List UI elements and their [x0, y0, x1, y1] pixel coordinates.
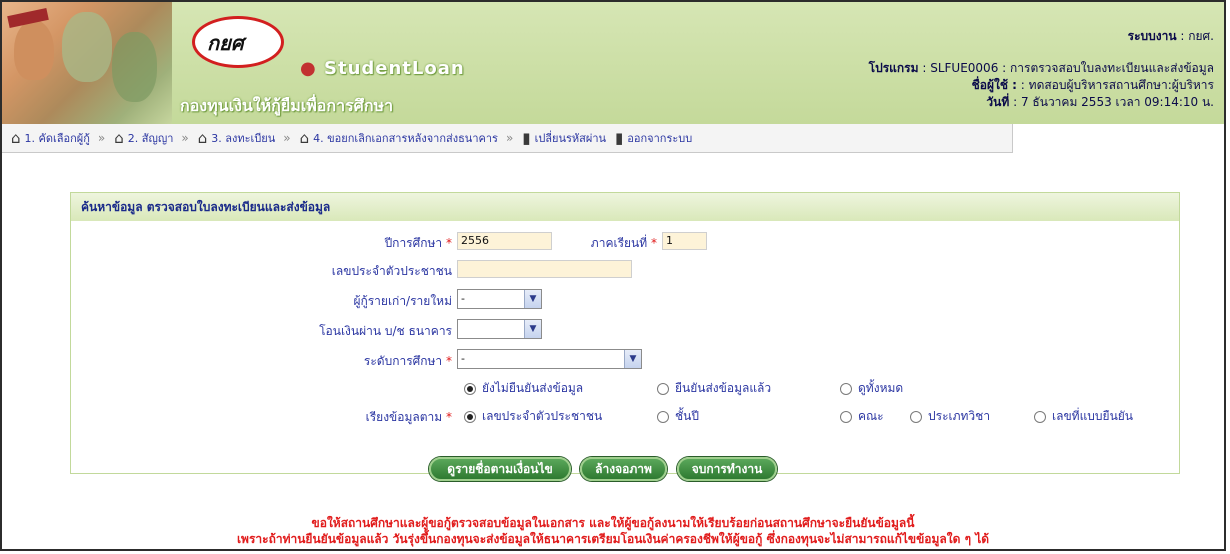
sort-radio-citizen-id[interactable]: เลขประจำตัวประชาชน — [464, 407, 602, 426]
chevron-down-icon: ▼ — [524, 320, 541, 338]
semester-label: ภาคเรียนที่ * — [590, 236, 657, 250]
status-radio-unconfirmed[interactable]: ยังไม่ยืนยันส่งข้อมูล — [464, 379, 583, 398]
borrower-type-select[interactable]: - ▼ — [457, 289, 542, 309]
citizen-id-input[interactable] — [457, 260, 632, 278]
notice-line-2: เพราะถ้าท่านยืนยันข้อมูลแล้ว วันรุ่งขึ้น… — [236, 532, 990, 546]
app-window: กยศ ● StudentLoan กองทุนเงินให้กู้ยืมเพื… — [0, 0, 1226, 551]
home-icon: ⌂ — [197, 129, 208, 147]
brand-english: ● StudentLoan — [300, 58, 465, 79]
home-icon: ⌂ — [299, 129, 310, 147]
semester-input[interactable]: 1 — [662, 232, 707, 250]
home-icon: ⌂ — [114, 129, 124, 147]
main-menu: ⌂ 1. คัดเลือกผู้กู้» ⌂ 2. สัญญา» ⌂ 3. ลงทะเ… — [2, 124, 1013, 153]
logo-text: กยศ — [207, 31, 244, 55]
status-radio-all[interactable]: ดูทั้งหมด — [840, 379, 903, 398]
header-photo — [2, 2, 172, 124]
chevron-down-icon: ▼ — [524, 290, 541, 308]
search-button[interactable]: ดูรายชื่อตามเงื่อนไข — [429, 457, 571, 481]
chevron-down-icon: ▼ — [624, 350, 641, 368]
page-header: กยศ ● StudentLoan กองทุนเงินให้กู้ยืมเพื… — [2, 2, 1224, 124]
academic-year-input[interactable]: 2556 — [457, 232, 552, 250]
sort-label: เรียงข้อมูลตาม * — [365, 410, 452, 424]
brand-thai: กองทุนเงินให้กู้ยืมเพื่อการศึกษา — [180, 96, 394, 115]
academic-year-label: ปีการศึกษา * — [384, 236, 452, 250]
menu-logout[interactable]: ▮ ออกจากระบบ — [615, 129, 692, 147]
menu-cancel-document[interactable]: ⌂ 4. ขอยกเลิกเอกสารหลังจากส่งธนาคาร» — [300, 129, 514, 147]
status-radio-confirmed[interactable]: ยืนยันส่งข้อมูลแล้ว — [657, 379, 771, 398]
sort-radio-subject-type[interactable]: ประเภทวิชา — [910, 407, 990, 426]
edu-level-label: ระดับการศึกษา * — [363, 354, 452, 368]
menu-contract[interactable]: ⌂ 2. สัญญา» — [114, 129, 189, 147]
transfer-select[interactable]: ▼ — [457, 319, 542, 339]
menu-select-borrower[interactable]: ⌂ 1. คัดเลือกผู้กู้» — [11, 129, 105, 147]
finish-button[interactable]: จบการทำงาน — [677, 457, 777, 481]
clear-button[interactable]: ล้างจอภาพ — [580, 457, 667, 481]
menu-register[interactable]: ⌂ 3. ลงทะเบียน» — [198, 129, 291, 147]
edu-level-select[interactable]: - ▼ — [457, 349, 642, 369]
citizen-id-label: เลขประจำตัวประชาชน — [331, 264, 452, 278]
panel-title: ค้นหาข้อมูล ตรวจสอบใบลงทะเบียนและส่งข้อม… — [71, 193, 1179, 221]
fund-logo: กยศ — [192, 16, 284, 68]
home-icon: ⌂ — [11, 129, 21, 147]
transfer-label: โอนเงินผ่าน บ/ช ธนาคาร — [319, 324, 452, 338]
door-icon: ▮ — [522, 129, 531, 147]
sort-radio-faculty[interactable]: คณะ — [840, 407, 884, 426]
borrower-type-label: ผู้กู้รายเก่า/รายใหม่ — [353, 294, 452, 308]
door-icon: ▮ — [615, 129, 624, 147]
sort-radio-confirm-no[interactable]: เลขที่แบบยืนยัน — [1034, 407, 1133, 426]
system-info: ระบบงาน : กยศ. โปรแกรม : SLFUE0006 : การ… — [868, 29, 1214, 109]
sort-radio-year[interactable]: ชั้นปี — [657, 407, 699, 426]
menu-change-password[interactable]: ▮ เปลี่ยนรหัสผ่าน — [522, 129, 606, 147]
